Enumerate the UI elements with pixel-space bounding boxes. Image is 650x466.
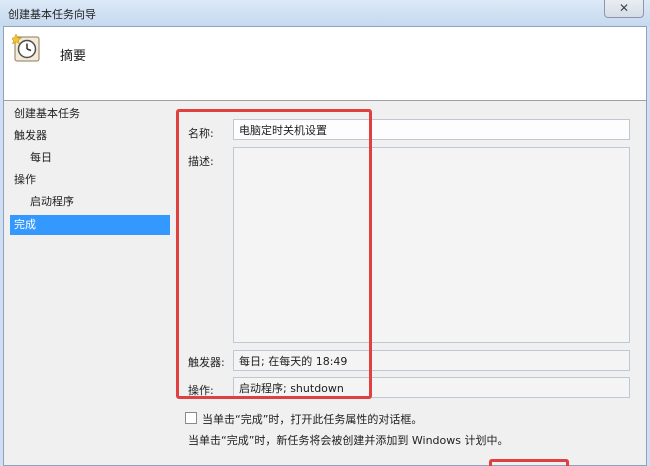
sidebar-item-finish[interactable]: 完成: [10, 215, 170, 235]
sidebar-item-trigger[interactable]: 触发器: [10, 126, 170, 146]
wizard-steps-sidebar: 创建基本任务 触发器 每日 操作 启动程序 完成: [4, 102, 174, 466]
sidebar-item-action[interactable]: 操作: [10, 170, 170, 190]
page-title: 摘要: [60, 49, 87, 64]
finish-button-highlight: [489, 459, 569, 466]
close-button[interactable]: ✕: [604, 0, 644, 18]
wizard-header: 摘要: [4, 27, 646, 101]
highlight-annotation-box: [176, 109, 372, 399]
finish-info-text: 当单击“完成”时，新任务将会被创建并添加到 Windows 计划中。: [188, 434, 509, 447]
window-title: 创建基本任务向导: [8, 8, 96, 21]
task-scheduler-clock-icon: [12, 33, 40, 62]
open-properties-checkbox[interactable]: [185, 412, 197, 424]
sidebar-item-start-program[interactable]: 启动程序: [10, 192, 170, 212]
open-properties-label[interactable]: 当单击“完成”时，打开此任务属性的对话框。: [202, 411, 422, 427]
sidebar-item-create-basic-task[interactable]: 创建基本任务: [10, 104, 170, 124]
sidebar-item-daily[interactable]: 每日: [10, 148, 170, 168]
title-bar: 创建基本任务向导 ✕: [0, 0, 650, 26]
wizard-frame: 摘要 创建基本任务 触发器 每日 操作 启动程序 完成 名称: 电脑定时关机设置…: [3, 26, 647, 466]
close-icon: ✕: [618, 1, 630, 15]
